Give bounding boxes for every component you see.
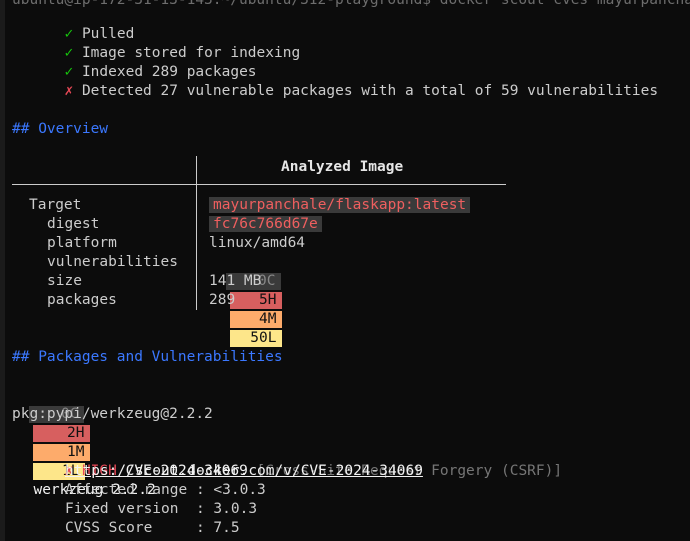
affected-range-value: <3.0.3 bbox=[213, 482, 266, 498]
step-line: ✗ Detected 27 vulnerable packages with a… bbox=[47, 63, 658, 99]
step-text: Detected 27 vulnerable packages with a t… bbox=[81, 83, 659, 99]
cve-header: ✗ HIGH CVE-2024-34069 [Cross-Site Reques… bbox=[47, 443, 562, 479]
affected-range-row: Affected range : <3.0.3 bbox=[65, 481, 266, 500]
digest-value: fc76c766d67e bbox=[209, 215, 322, 234]
size-value: 141 MB bbox=[209, 273, 262, 289]
target-value: mayurpanchale/flaskapp:latest bbox=[209, 196, 471, 215]
analyzed-image-column-title: Analyzed Image bbox=[281, 159, 404, 175]
high-badge: 5H bbox=[230, 292, 283, 309]
cve-link-row: https://scout.docker.com/v/CVE-2024-3406… bbox=[65, 462, 423, 481]
table-horizontal-divider bbox=[12, 184, 506, 185]
affected-range-label: Affected range : bbox=[65, 482, 214, 498]
step-line: ✓ Indexed 289 packages bbox=[47, 44, 256, 80]
vulnerabilities-label: vulnerabilities bbox=[47, 254, 178, 270]
cvss-score-row: CVSS Score : 7.5 bbox=[65, 519, 240, 538]
step-line: ✓ Pulled bbox=[47, 6, 134, 42]
platform-value: linux/amd64 bbox=[209, 235, 306, 251]
digest-label: digest bbox=[47, 216, 100, 232]
overview-heading: ## Overview bbox=[12, 121, 109, 137]
cve-link[interactable]: https://scout.docker.com/v/CVE-2024-3406… bbox=[65, 463, 423, 479]
medium-badge: 4M bbox=[230, 311, 283, 328]
vulnerability-badges: 0C 5H 4M 50L bbox=[209, 253, 283, 347]
digest-highlight: fc76c766d67e bbox=[209, 216, 322, 232]
fixed-version-row: Fixed version : 3.0.3 bbox=[65, 500, 257, 519]
step-line: ✓ Image stored for indexing bbox=[47, 25, 300, 61]
low-badge: 50L bbox=[230, 330, 283, 347]
cvss-score-label: CVSS Score : bbox=[65, 520, 214, 536]
packages-label: packages bbox=[47, 292, 117, 308]
target-label: Target bbox=[29, 197, 82, 213]
high-badge: 2H bbox=[33, 425, 91, 442]
table-vertical-divider bbox=[196, 156, 197, 310]
cvss-score-value: 7.5 bbox=[213, 520, 240, 536]
size-label: size bbox=[47, 273, 82, 289]
fixed-version-label: Fixed version : bbox=[65, 501, 214, 517]
fixed-version-value: 3.0.3 bbox=[213, 501, 258, 517]
package-row: 0C 2H 1M 1L werkzeug 2.2.2 bbox=[12, 386, 156, 498]
package-purl: pkg:pypi/werkzeug@2.2.2 bbox=[12, 406, 213, 422]
left-window-edge bbox=[0, 0, 5, 541]
target-highlight: mayurpanchale/flaskapp:latest bbox=[209, 197, 471, 213]
cross-icon: ✗ bbox=[64, 83, 74, 99]
platform-label: platform bbox=[47, 235, 117, 251]
packages-heading: ## Packages and Vulnerabilities bbox=[12, 349, 283, 365]
packages-value: 289 bbox=[209, 292, 236, 308]
